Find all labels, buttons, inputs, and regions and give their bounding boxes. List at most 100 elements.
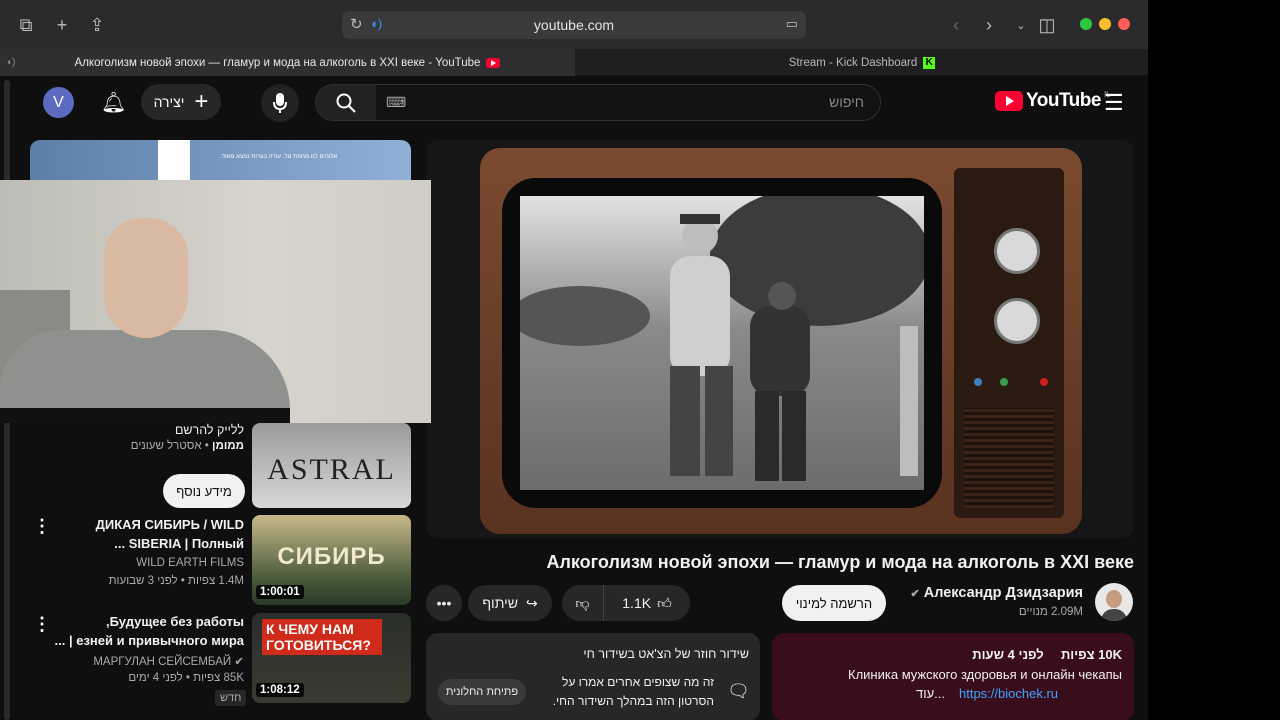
rec-title-line2[interactable]: SIBERIA | Полный ...	[114, 536, 244, 551]
description-link[interactable]: https://biochek.ru	[959, 686, 1058, 701]
rec-channel[interactable]: ✔︎ МАРГУЛАН СЕЙСЕМБАЙ	[93, 654, 244, 668]
tab-bar: ◖) Алкоголизм новой эпохи — гламур и мод…	[0, 49, 1148, 76]
search-button[interactable]	[316, 85, 376, 120]
youtube-play-icon	[995, 91, 1023, 111]
share-label: שיתוף	[482, 595, 518, 611]
subscribe-button[interactable]: הרשמה למינוי	[782, 585, 886, 621]
rec-channel[interactable]: WILD EARTH FILMS	[136, 557, 244, 569]
description-more-link[interactable]: ...עוד	[916, 686, 945, 701]
sidebar-toggle-icon[interactable]: ◫	[1034, 12, 1060, 38]
sponsored-label: ממומן	[212, 440, 244, 452]
video-frame-image	[510, 186, 930, 490]
voice-search-mic-icon[interactable]	[261, 84, 299, 122]
more-info-button[interactable]: מידע נוסף	[163, 474, 245, 508]
tv-knob-icon	[994, 298, 1040, 344]
search-box[interactable]: ⌨ חיפוש	[315, 84, 881, 121]
tv-led-icon	[1040, 378, 1048, 386]
channel-avatar[interactable]	[1095, 583, 1133, 621]
new-tab-icon[interactable]: +	[49, 12, 75, 38]
search-input[interactable]: חיפוש	[829, 94, 864, 110]
promo-channel: אסטרל שעונים	[130, 440, 202, 452]
description-stats: 10K צפיות לפני 4 שעות	[972, 647, 1122, 662]
rec-title-line1[interactable]: Будущее без работы,	[106, 614, 244, 629]
dislike-button[interactable]: 👎︎	[562, 585, 604, 621]
history-dropdown-icon[interactable]: ⌄	[1008, 12, 1034, 38]
desktop-background	[1148, 0, 1280, 720]
browser-toolbar: ⧉ + ⇪ ↻ ◖) youtube.com ▭ ‹ › ⌄ ◫	[0, 0, 1148, 49]
view-count: 10K צפיות	[1060, 647, 1122, 662]
address-text: youtube.com	[533, 17, 615, 33]
logo-text: YouTube	[1026, 90, 1101, 111]
open-panel-button[interactable]: פתיחת החלונית	[438, 679, 526, 705]
description-box[interactable]: 10K צפיות לפני 4 שעות Клиника мужского з…	[772, 633, 1134, 720]
channel-name[interactable]: Александр Дзидзария ✔︎	[910, 585, 1083, 601]
rec-thumb-text: К ЧЕМУ НАМ ГОТОВИТЬСЯ?	[262, 619, 382, 655]
rec-title-line1[interactable]: ДИКАЯ СИБИРЬ / WILD	[96, 517, 244, 532]
webcam-overlay	[0, 180, 431, 423]
reader-icon[interactable]: ▭	[786, 16, 798, 32]
description-line: Клиника мужского здоровья и онлайн чекап…	[848, 667, 1122, 682]
rec-thumbnail[interactable]: СИБИРЬ 1:00:01	[252, 515, 411, 605]
search-icon	[336, 93, 356, 113]
channel-name-text: Александр Дзидзария	[923, 585, 1083, 601]
create-button[interactable]: יצירה +	[141, 84, 221, 120]
duration-badge: 1:08:12	[256, 683, 304, 697]
new-badge: חדש	[215, 690, 247, 706]
rec-channel-name: МАРГУЛАН СЕЙСЕМБАЙ	[93, 656, 232, 668]
tv-led-icon	[1000, 378, 1008, 386]
maximize-button[interactable]	[1080, 18, 1092, 30]
keyboard-icon[interactable]: ⌨	[386, 94, 406, 111]
forward-icon[interactable]: ›	[976, 12, 1002, 38]
tab-youtube[interactable]: ◖) Алкоголизм новой эпохи — гламур и мод…	[0, 49, 575, 76]
chat-replay-title: שידור חוזר של הצ'אט בשידור חי	[583, 647, 749, 661]
account-avatar[interactable]: V	[43, 87, 74, 118]
rec-thumb-text: СИБИРЬ	[277, 543, 386, 570]
minimize-button[interactable]	[1099, 18, 1111, 30]
video-player[interactable]	[426, 140, 1134, 538]
rec-thumbnail[interactable]: К ЧЕМУ НАМ ГОТОВИТЬСЯ? 1:08:12	[252, 613, 411, 703]
rec-meta: 1.4M צפיות • לפני 3 שבועות	[108, 575, 244, 587]
promo-title[interactable]: ללייק להרשם	[175, 423, 244, 437]
share-button[interactable]: שיתוף ↪	[468, 585, 552, 621]
more-horizontal-icon: •••	[436, 595, 452, 611]
hamburger-menu-icon[interactable]: ☰	[1104, 90, 1124, 116]
kick-favicon-icon: K	[923, 56, 936, 69]
address-bar[interactable]: ↻ ◖) youtube.com ▭	[342, 11, 806, 39]
notifications-bell-icon[interactable]: 🔔︎	[101, 90, 126, 115]
tv-screen	[502, 178, 942, 508]
plus-icon: +	[194, 88, 209, 115]
reload-icon[interactable]: ↻	[350, 15, 363, 33]
desk-image	[0, 408, 290, 423]
promo-thumbnail[interactable]: ASTRAL	[252, 423, 411, 508]
rec-meta: 85K צפיות • לפני 4 ימים	[128, 672, 244, 684]
retro-tv-frame	[480, 148, 1082, 534]
tab-overview-icon[interactable]: ⧉	[13, 12, 39, 38]
chat-replay-body: הסרטון הזה במהלך השידור החי.	[552, 694, 714, 708]
youtube-logo[interactable]: YouTube IL	[995, 90, 1111, 112]
more-actions-icon[interactable]: ⋮	[33, 516, 51, 537]
tv-knob-icon	[994, 228, 1040, 274]
video-title: Алкоголизм новой эпохи — гламур и мода н…	[546, 552, 1134, 572]
ad-banner-image[interactable]: אלוהים לנו מחפת נוד. עזרה בצרות נמצא מאו…	[30, 140, 411, 180]
more-actions-icon[interactable]: ⋮	[33, 614, 51, 635]
audio-playing-icon[interactable]: ◖)	[370, 16, 382, 31]
upload-age: לפני 4 שעות	[972, 647, 1044, 662]
like-count: 1.1K	[622, 595, 652, 611]
chat-replay-body: זה מה שצופים אחרים אמרו על	[561, 675, 714, 689]
more-actions-button[interactable]: •••	[426, 585, 462, 621]
tab-kick[interactable]: Stream - Kick Dashboard K	[576, 49, 1148, 76]
ad-banner-text: אלוהים לנו מחפת נוד. עזרה בצרות נמצא מאו…	[220, 154, 338, 160]
tab-title: Stream - Kick Dashboard	[788, 56, 918, 69]
separator: •	[201, 440, 209, 452]
chat-bubble-icon: 🗨︎	[727, 681, 750, 701]
back-icon[interactable]: ‹	[943, 12, 969, 38]
verified-icon: ✔︎	[910, 588, 920, 600]
close-button[interactable]	[1118, 18, 1130, 30]
flag-image	[158, 140, 190, 180]
share-arrow-icon: ↪	[525, 594, 538, 611]
thumbs-up-icon: 👍︎	[657, 594, 672, 611]
share-icon[interactable]: ⇪	[84, 12, 110, 38]
rec-title-line2[interactable]: езней и привычного мира | ...	[55, 633, 244, 648]
like-button[interactable]: 1.1K 👍︎	[604, 585, 690, 621]
speaker-icon[interactable]: ◖)	[6, 57, 15, 68]
